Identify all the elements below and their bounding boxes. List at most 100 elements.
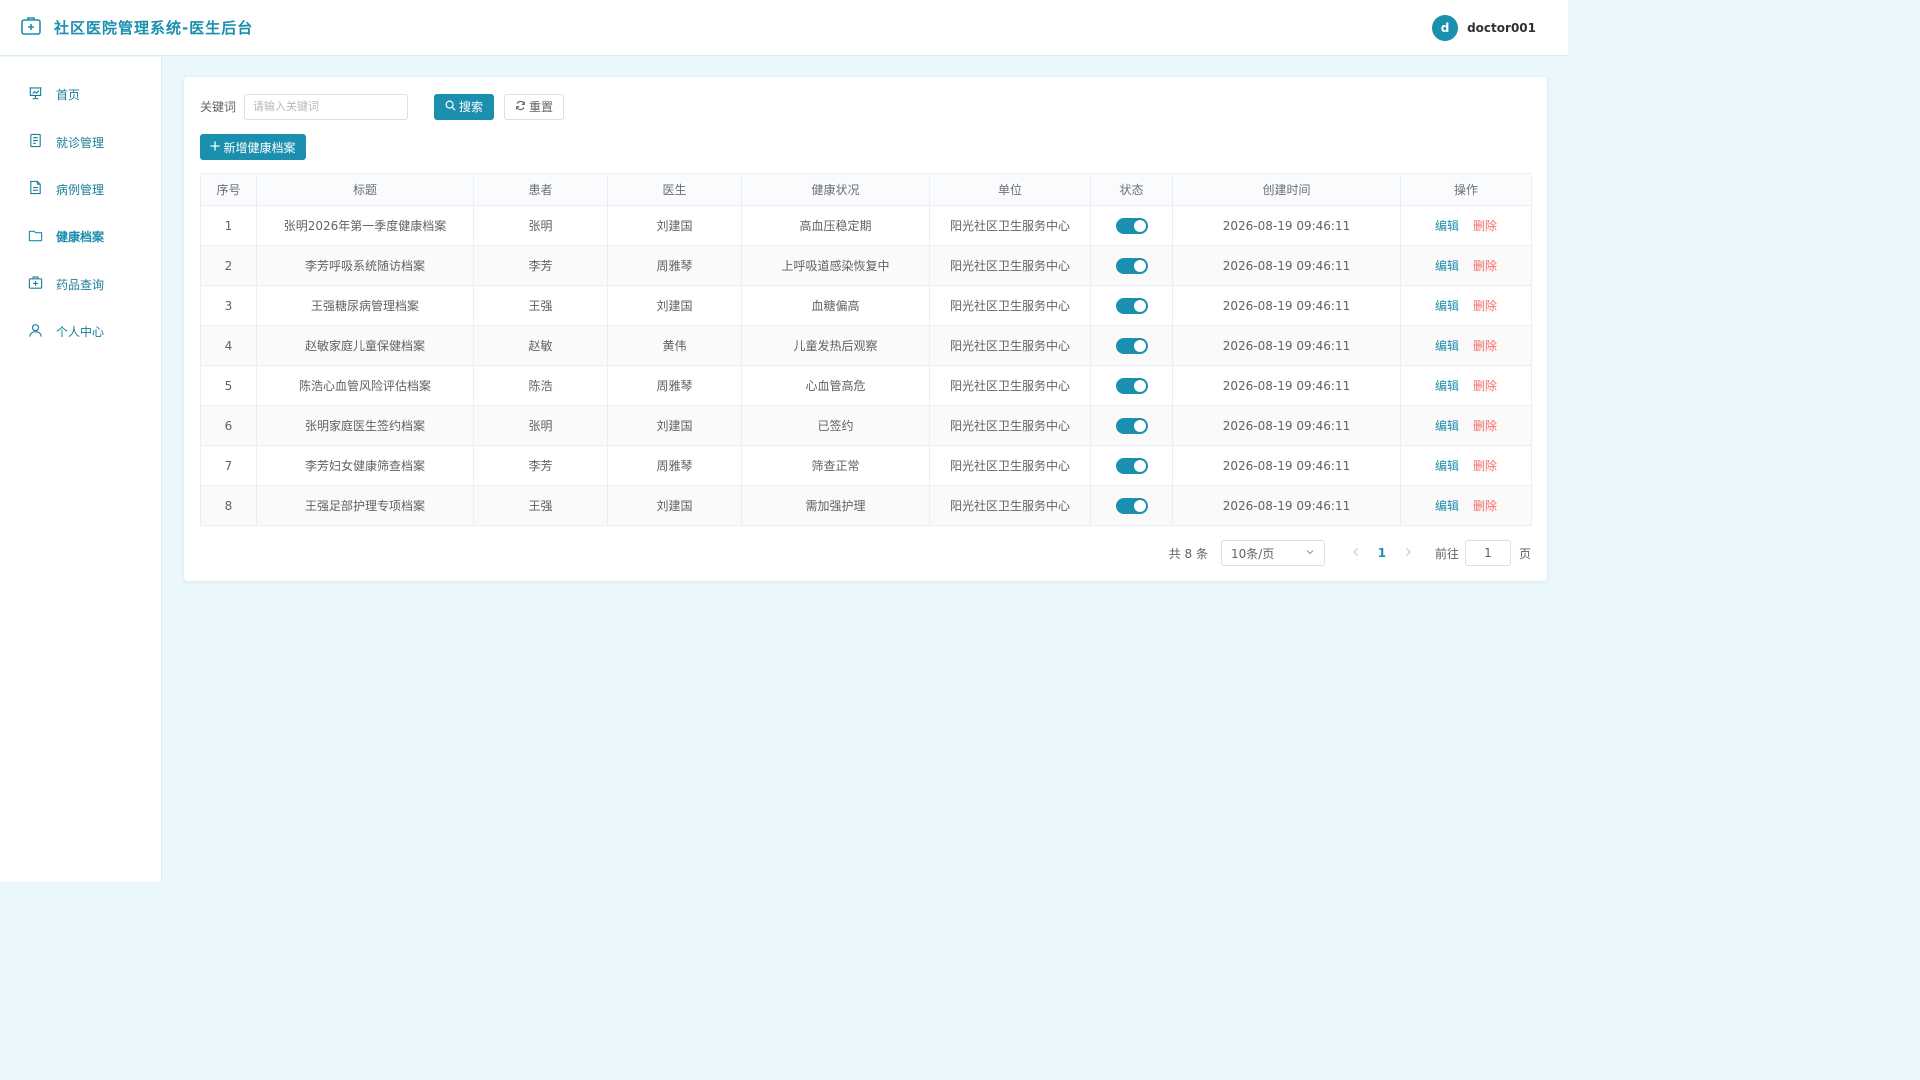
reset-button[interactable]: 重置 xyxy=(504,93,564,120)
search-button[interactable]: 搜索 xyxy=(434,93,494,120)
user-menu[interactable]: d doctor001 xyxy=(1432,14,1536,41)
status-cell xyxy=(1090,285,1173,326)
edit-link[interactable]: 编辑 xyxy=(1435,419,1459,433)
goto-label: 前往 xyxy=(1434,546,1459,561)
username[interactable]: doctor001 xyxy=(1467,21,1536,35)
status-toggle[interactable] xyxy=(1115,457,1148,474)
row-index: 5 xyxy=(200,365,257,406)
actions-cell: 编辑 删除 xyxy=(1400,325,1532,366)
sidebar-item-home[interactable]: 首页 xyxy=(0,71,161,118)
status-toggle[interactable] xyxy=(1115,417,1148,434)
unit-name: 阳光社区卫生服务中心 xyxy=(929,405,1091,446)
status-toggle[interactable] xyxy=(1115,297,1148,314)
created-time: 2026-08-19 09:46:11 xyxy=(1172,485,1401,526)
status-cell xyxy=(1090,445,1173,486)
record-title: 李芳呼吸系统随访档案 xyxy=(256,245,474,286)
pagination-total: 共 8 条 xyxy=(1168,546,1208,561)
delete-link[interactable]: 删除 xyxy=(1473,499,1497,513)
search-icon xyxy=(445,100,456,114)
table-row: 2 李芳呼吸系统随访档案 李芳 周雅琴 上呼吸道感染恢复中 阳光社区卫生服务中心 2026-… xyxy=(200,245,1532,286)
sidebar-item-profile[interactable]: 个人中心 xyxy=(0,308,161,355)
add-health-record-button[interactable]: 新增健康档案 xyxy=(200,134,306,160)
row-index: 3 xyxy=(200,285,257,326)
edit-link[interactable]: 编辑 xyxy=(1435,339,1459,353)
unit-name: 阳光社区卫生服务中心 xyxy=(929,245,1091,286)
edit-link[interactable]: 编辑 xyxy=(1435,219,1459,233)
content-card: 关键词 搜索 重置 新增健康档案 序号 标题 患者 xyxy=(184,77,1547,581)
column-header: 单位 xyxy=(929,173,1091,206)
sidebar-item-label: 药品查询 xyxy=(56,277,105,292)
edit-link[interactable]: 编辑 xyxy=(1435,299,1459,313)
page-size-select[interactable]: 10条/页 xyxy=(1220,540,1325,566)
prev-page-button[interactable] xyxy=(1345,546,1367,560)
created-time: 2026-08-19 09:46:11 xyxy=(1172,365,1401,406)
edit-link[interactable]: 编辑 xyxy=(1435,459,1459,473)
sidebar-item-label: 个人中心 xyxy=(56,325,105,340)
patient-name: 赵敏 xyxy=(473,325,608,366)
row-index: 2 xyxy=(200,245,257,286)
delete-link[interactable]: 删除 xyxy=(1473,379,1497,393)
status-toggle[interactable] xyxy=(1115,257,1148,274)
column-header: 创建时间 xyxy=(1172,173,1401,206)
delete-link[interactable]: 删除 xyxy=(1473,459,1497,473)
delete-link[interactable]: 删除 xyxy=(1473,219,1497,233)
delete-link[interactable]: 删除 xyxy=(1473,259,1497,273)
page-suffix: 页 xyxy=(1518,546,1531,561)
user-icon xyxy=(28,323,43,341)
created-time: 2026-08-19 09:46:11 xyxy=(1172,285,1401,326)
column-header: 健康状况 xyxy=(741,173,930,206)
avatar[interactable]: d xyxy=(1432,14,1459,41)
sidebar-item-visits[interactable]: 就诊管理 xyxy=(0,118,161,165)
status-toggle[interactable] xyxy=(1115,377,1148,394)
sidebar-item-medicine[interactable]: 药品查询 xyxy=(0,261,161,308)
table-row: 3 王强糖尿病管理档案 王强 刘建国 血糖偏高 阳光社区卫生服务中心 2026-08-19 … xyxy=(200,285,1532,326)
delete-link[interactable]: 删除 xyxy=(1473,339,1497,353)
sidebar-item-label: 首页 xyxy=(56,88,81,103)
unit-name: 阳光社区卫生服务中心 xyxy=(929,325,1091,366)
sidebar-item-label: 健康档案 xyxy=(56,230,105,245)
goto-page-input[interactable] xyxy=(1464,540,1511,566)
unit-name: 阳光社区卫生服务中心 xyxy=(929,205,1091,246)
column-header: 状态 xyxy=(1090,173,1173,206)
app-header: 社区医院管理系统-医生后台 d doctor001 xyxy=(0,0,1568,56)
plus-icon xyxy=(210,140,220,154)
column-header: 患者 xyxy=(473,173,608,206)
table-row: 1 张明2026年第一季度健康档案 张明 刘建国 高血压稳定期 阳光社区卫生服务中心 202… xyxy=(200,205,1532,246)
doctor-name: 周雅琴 xyxy=(607,365,742,406)
health-status: 高血压稳定期 xyxy=(741,205,930,246)
file-text-icon xyxy=(28,180,43,198)
delete-link[interactable]: 删除 xyxy=(1473,299,1497,313)
row-index: 7 xyxy=(200,445,257,486)
document-icon xyxy=(28,133,43,151)
patient-name: 王强 xyxy=(473,485,608,526)
health-status: 儿童发热后观察 xyxy=(741,325,930,366)
health-status: 已签约 xyxy=(741,405,930,446)
health-status: 血糖偏高 xyxy=(741,285,930,326)
next-page-button[interactable] xyxy=(1397,546,1419,560)
status-toggle[interactable] xyxy=(1115,497,1148,514)
sidebar-item-label: 就诊管理 xyxy=(56,135,105,150)
created-time: 2026-08-19 09:46:11 xyxy=(1172,445,1401,486)
page-number[interactable]: 1 xyxy=(1367,546,1397,560)
status-cell xyxy=(1090,245,1173,286)
actions-cell: 编辑 删除 xyxy=(1400,405,1532,446)
record-title: 张明2026年第一季度健康档案 xyxy=(256,205,474,246)
delete-link[interactable]: 删除 xyxy=(1473,419,1497,433)
edit-link[interactable]: 编辑 xyxy=(1435,379,1459,393)
unit-name: 阳光社区卫生服务中心 xyxy=(929,445,1091,486)
doctor-name: 刘建国 xyxy=(607,405,742,446)
health-status: 上呼吸道感染恢复中 xyxy=(741,245,930,286)
sidebar-item-health-records[interactable]: 健康档案 xyxy=(0,213,161,260)
status-toggle[interactable] xyxy=(1115,217,1148,234)
status-toggle[interactable] xyxy=(1115,337,1148,354)
keyword-input[interactable] xyxy=(244,93,408,120)
table-row: 7 李芳妇女健康筛查档案 李芳 周雅琴 筛查正常 阳光社区卫生服务中心 2026-08-19… xyxy=(200,445,1532,486)
edit-link[interactable]: 编辑 xyxy=(1435,259,1459,273)
column-header: 操作 xyxy=(1400,173,1532,206)
actions-cell: 编辑 删除 xyxy=(1400,445,1532,486)
search-button-label: 搜索 xyxy=(458,100,483,114)
sidebar-item-cases[interactable]: 病例管理 xyxy=(0,166,161,213)
doctor-name: 刘建国 xyxy=(607,485,742,526)
folder-icon xyxy=(28,228,43,246)
edit-link[interactable]: 编辑 xyxy=(1435,499,1459,513)
